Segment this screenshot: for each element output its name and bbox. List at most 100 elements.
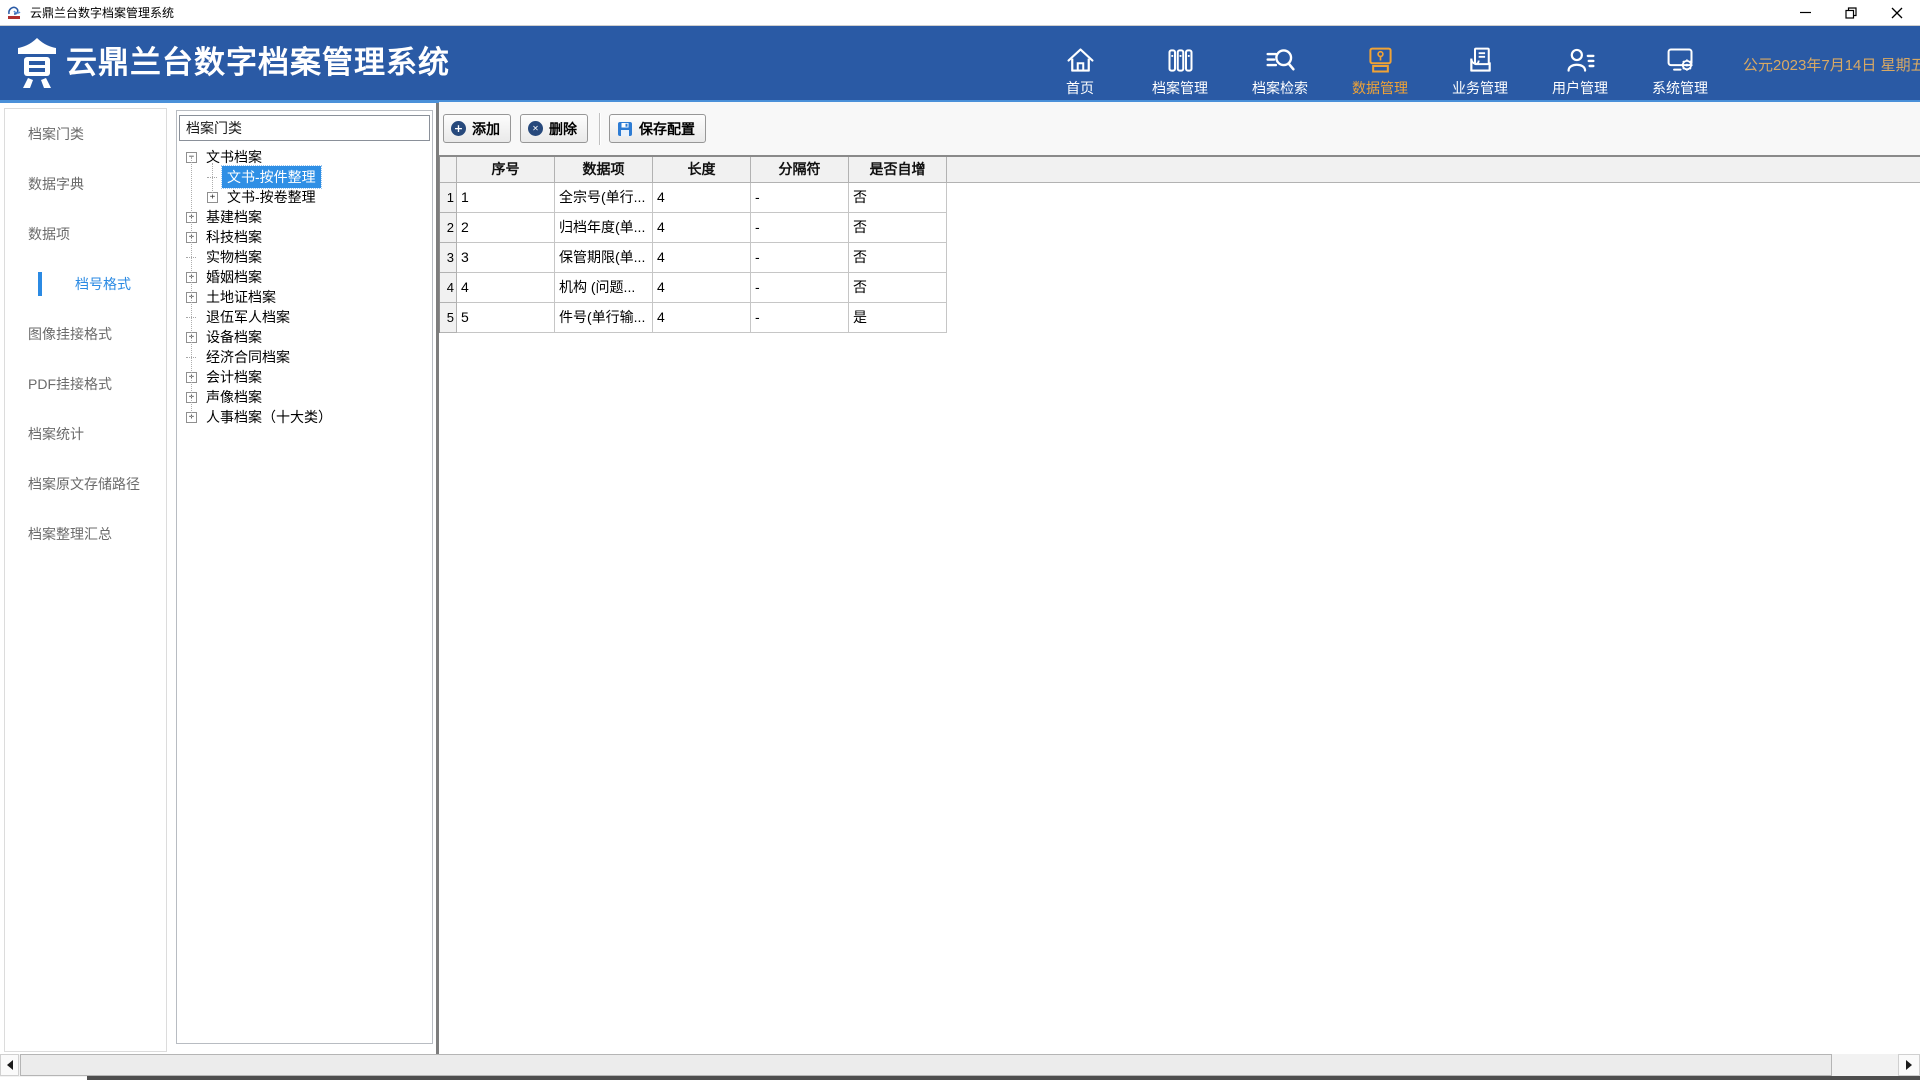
floppy-icon [618, 121, 632, 136]
tree-item-label: 实物档案 [206, 249, 262, 265]
scrollbar-left-button[interactable] [0, 1054, 19, 1076]
table-cell[interactable]: 4 [457, 273, 555, 303]
table-cell[interactable]: 4 [653, 213, 751, 243]
sidebar-item[interactable]: 档案门类 [5, 109, 166, 159]
table-row: 4 4 机构 (问题... 4- 否 [440, 273, 1920, 303]
tree-item[interactable]: + 设备档案 [177, 327, 432, 347]
row-header-cell[interactable]: 4 [440, 273, 457, 303]
column-header[interactable]: 是否自增 [849, 157, 947, 183]
table-cell[interactable]: - [751, 243, 849, 273]
table-cell[interactable]: - [751, 303, 849, 333]
row-header-cell[interactable]: 3 [440, 243, 457, 273]
nav-item-user-manage[interactable]: 用户管理 [1530, 34, 1630, 96]
table-cell[interactable]: 4 [653, 303, 751, 333]
save-config-button[interactable]: 保存配置 [609, 114, 706, 143]
table-cell[interactable]: 4 [653, 243, 751, 273]
table-cell[interactable]: 5 [457, 303, 555, 333]
tree-item[interactable]: + 科技档案 [177, 227, 432, 247]
delete-button[interactable]: ✕ 删除 [520, 114, 588, 143]
table-cell[interactable]: 否 [849, 273, 947, 303]
table-cell[interactable]: 4 [653, 273, 751, 303]
header-date: 公元2023年7月14日 星期五 [1743, 57, 1920, 74]
nav-item-system-manage[interactable]: 系统管理 [1630, 34, 1730, 96]
tree-item[interactable]: + 婚姻档案 [177, 267, 432, 287]
tree-item[interactable]: + 会计档案 [177, 367, 432, 387]
scrollbar-thumb[interactable] [20, 1054, 1832, 1076]
close-button[interactable] [1874, 0, 1920, 25]
column-header[interactable]: 数据项 [555, 157, 653, 183]
table-cell[interactable]: 4 [653, 183, 751, 213]
nav-item-home[interactable]: 首页 [1030, 34, 1130, 96]
sidebar-item[interactable]: 图像挂接格式 [5, 309, 166, 359]
table-cell[interactable]: 全宗号(单行... [555, 183, 653, 213]
row-header-cell[interactable]: 1 [440, 183, 457, 213]
row-header-cell[interactable]: 2 [440, 213, 457, 243]
sidebar-item[interactable]: PDF挂接格式 [5, 359, 166, 409]
nav-item-archive-manage[interactable]: 档案管理 [1130, 34, 1230, 96]
table-cell[interactable]: 是 [849, 303, 947, 333]
tree-item[interactable]: 退伍军人档案 [177, 307, 432, 327]
table-row: 2 2 归档年度(单... 4- 否 [440, 213, 1920, 243]
data-grid-rows: 1 1 全宗号(单行... 4- 否 2 2 归档年度(单... 4- 否 3 3 保管期限(单... 4… [440, 183, 1920, 333]
tree-item[interactable]: + 文书-按卷整理 [177, 187, 432, 207]
table-cell[interactable]: 保管期限(单... [555, 243, 653, 273]
arrow-left-icon [6, 1060, 13, 1070]
table-cell[interactable]: 机构 (问题... [555, 273, 653, 303]
tree-item[interactable]: + 人事档案（十大类） [177, 407, 432, 427]
table-cell[interactable]: 否 [849, 213, 947, 243]
tree-guide-line [191, 157, 192, 417]
table-cell[interactable]: 3 [457, 243, 555, 273]
nav-item-label: 系统管理 [1652, 80, 1708, 96]
tree-item[interactable]: + 基建档案 [177, 207, 432, 227]
main-nav: 首页 档案管理 档案检索 数据管理 业务管理 用户管理 系统管理 [1030, 34, 1730, 96]
data-grid-header: 序号 数据项 长度 分隔符 是否自增 [440, 157, 1920, 183]
sidebar-item[interactable]: 数据字典 [5, 159, 166, 209]
nav-item-label: 档案检索 [1252, 80, 1308, 96]
tree-item[interactable]: + 声像档案 [177, 387, 432, 407]
tree-item[interactable]: 实物档案 [177, 247, 432, 267]
archive-manage-icon [1164, 44, 1197, 77]
minimize-button[interactable] [1782, 0, 1828, 25]
grid-corner-cell[interactable] [440, 157, 457, 183]
window-title-bar: 云鼎兰台数字档案管理系统 [0, 0, 1920, 26]
column-header[interactable]: 长度 [653, 157, 751, 183]
table-cell[interactable]: 否 [849, 183, 947, 213]
sidebar-item[interactable]: 档案统计 [5, 409, 166, 459]
scrollbar-right-button[interactable] [1898, 1054, 1920, 1076]
nav-item-data-manage[interactable]: 数据管理 [1330, 34, 1430, 96]
table-cell[interactable]: 件号(单行输... [555, 303, 653, 333]
close-icon [1891, 7, 1903, 18]
table-cell[interactable]: - [751, 183, 849, 213]
save-config-button-label: 保存配置 [639, 120, 695, 137]
tree-item[interactable]: − 文书档案 [177, 147, 432, 167]
table-cell[interactable]: 2 [457, 213, 555, 243]
tree-item-label: 科技档案 [206, 229, 262, 245]
nav-item-archive-search[interactable]: 档案检索 [1230, 34, 1330, 96]
tree-item[interactable]: + 土地证档案 [177, 287, 432, 307]
add-button[interactable]: + 添加 [443, 114, 511, 143]
column-header[interactable]: 序号 [457, 157, 555, 183]
tree-item[interactable]: 经济合同档案 [177, 347, 432, 367]
tree-item-label: 经济合同档案 [206, 349, 290, 365]
restore-icon [1845, 6, 1857, 19]
horizontal-scrollbar[interactable] [0, 1054, 1920, 1077]
sidebar-item[interactable]: 档号格式 [5, 259, 166, 309]
maximize-button[interactable] [1828, 0, 1874, 25]
sidebar-item[interactable]: 档案原文存储路径 [5, 459, 166, 509]
column-header[interactable]: 分隔符 [751, 157, 849, 183]
header-filler [947, 157, 1920, 183]
tree-item[interactable]: 文书-按件整理 [177, 165, 432, 189]
table-cell[interactable]: - [751, 273, 849, 303]
sidebar-item[interactable]: 档案整理汇总 [5, 509, 166, 559]
tree-item-label: 人事档案（十大类） [206, 409, 332, 425]
home-icon [1064, 44, 1097, 77]
sidebar-item[interactable]: 数据项 [5, 209, 166, 259]
nav-item-business-manage[interactable]: 业务管理 [1430, 34, 1530, 96]
table-cell[interactable]: 否 [849, 243, 947, 273]
tree-item-label: 声像档案 [206, 389, 262, 405]
table-cell[interactable]: 归档年度(单... [555, 213, 653, 243]
table-cell[interactable]: 1 [457, 183, 555, 213]
category-tree-panel: 档案门类 − 文书档案 文书-按件整理 + 文书-按卷整理 + 基建档案 + 科技档案 实物档案 +… [176, 110, 433, 1044]
table-cell[interactable]: - [751, 213, 849, 243]
row-header-cell[interactable]: 5 [440, 303, 457, 333]
